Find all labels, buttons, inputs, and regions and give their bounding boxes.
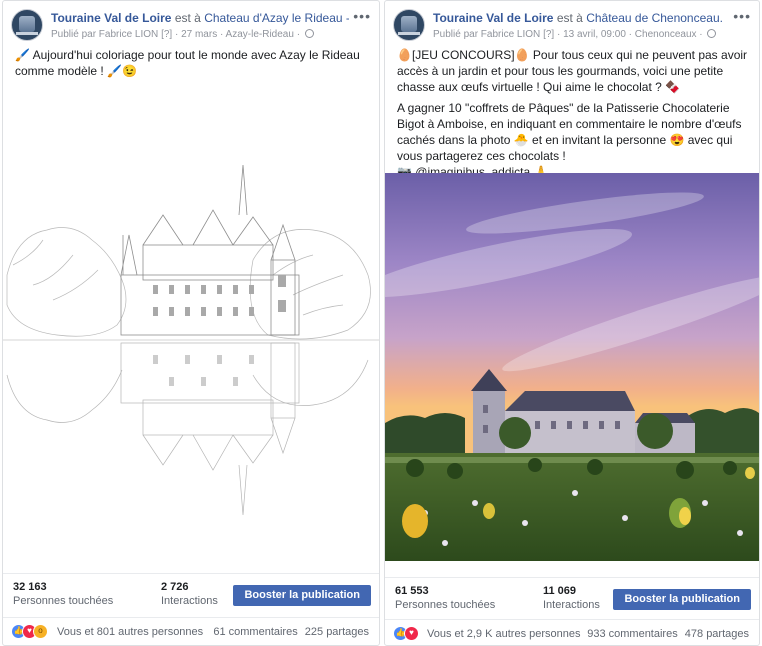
- reactions-bar: 👍 ♥ o Vous et 801 autres personnes 61 co…: [3, 617, 379, 645]
- post-meta: Publié par Fabrice LION [?] · 27 mars · …: [51, 28, 363, 41]
- post-date[interactable]: 13 avril, 09:00: [563, 29, 626, 40]
- post-text-paragraph: 🖌️ Aujourd'hui coloriage pour tout le mo…: [15, 48, 360, 78]
- reach-stat[interactable]: 61 553 Personnes touchées: [395, 585, 495, 611]
- interactions-label: Interactions: [543, 599, 600, 611]
- post-header: Touraine Val de Loire est à Château de C…: [393, 8, 751, 43]
- reach-value: 61 553: [395, 585, 429, 597]
- comments-count[interactable]: 61 commentaires: [213, 626, 297, 638]
- interactions-value: 11 069: [543, 585, 577, 597]
- author-text: Publié par Fabrice LION: [51, 29, 159, 40]
- post-header: Touraine Val de Loire est à Chateau d'Az…: [11, 8, 371, 43]
- shares-count[interactable]: 478 partages: [685, 628, 749, 640]
- page-name-link[interactable]: Touraine Val de Loire: [51, 11, 171, 25]
- post-location[interactable]: Azay-le-Rideau: [226, 29, 294, 40]
- post-title-line: Touraine Val de Loire est à Chateau d'Az…: [51, 11, 349, 26]
- place-link[interactable]: Chateau d'Azay le Rideau - officiel.: [204, 11, 349, 25]
- at-text: est à: [556, 11, 583, 25]
- post-date[interactable]: 27 mars: [181, 29, 217, 40]
- more-options-icon[interactable]: •••: [353, 8, 371, 24]
- reactions-text[interactable]: Vous et 2,9 K autres personnes: [427, 628, 581, 640]
- page-avatar[interactable]: [393, 9, 425, 41]
- reach-label: Personnes touchées: [395, 599, 496, 611]
- globe-icon: [707, 29, 717, 38]
- page-avatar[interactable]: [11, 9, 43, 41]
- chenonceau-photo-image: [385, 173, 759, 561]
- boost-post-button[interactable]: Booster la publication: [613, 589, 751, 610]
- interactions-stat[interactable]: 2 726 Interactions: [161, 581, 218, 607]
- engagement-counts: 933 commentaires 478 partages: [583, 628, 749, 640]
- post-azay: Touraine Val de Loire est à Chateau d'Az…: [2, 0, 380, 646]
- post-stats: 32 163 Personnes touchées 2 726 Interact…: [3, 573, 379, 615]
- shares-count[interactable]: 225 partages: [305, 626, 369, 638]
- reactions-text[interactable]: Vous et 801 autres personnes: [57, 626, 203, 638]
- interactions-value: 2 726: [161, 581, 189, 593]
- interactions-stat[interactable]: 11 069 Interactions: [543, 585, 600, 611]
- comments-count[interactable]: 933 commentaires: [587, 628, 678, 640]
- author-help[interactable]: [?]: [161, 29, 172, 40]
- post-text: 🥚[JEU CONCOURS]🥚 Pour tous ceux qui ne p…: [397, 47, 749, 185]
- reactions-bar: 👍 ♥ Vous et 2,9 K autres personnes 933 c…: [385, 619, 759, 646]
- more-options-icon[interactable]: •••: [733, 8, 751, 24]
- author-help[interactable]: [?]: [543, 29, 554, 40]
- post-title-line: Touraine Val de Loire est à Château de C…: [433, 11, 729, 26]
- at-text: est à: [174, 11, 201, 25]
- post-text: 🖌️ Aujourd'hui coloriage pour tout le mo…: [15, 47, 369, 84]
- place-link[interactable]: Château de Chenonceau.: [586, 11, 723, 25]
- castle-sketch-image: [3, 85, 379, 557]
- post-text-paragraph-2: A gagner 10 "coffrets de Pâques" de la P…: [397, 101, 742, 163]
- post-photo-chenonceau[interactable]: [385, 173, 759, 561]
- post-location[interactable]: Chenonceaux: [635, 29, 697, 40]
- boost-post-button[interactable]: Booster la publication: [233, 585, 371, 606]
- engagement-counts: 61 commentaires 225 partages: [209, 626, 369, 638]
- post-stats: 61 553 Personnes touchées 11 069 Interac…: [385, 577, 759, 619]
- author-text: Publié par Fabrice LION: [433, 29, 541, 40]
- post-text-paragraph-1: 🥚[JEU CONCOURS]🥚 Pour tous ceux qui ne p…: [397, 48, 748, 94]
- interactions-label: Interactions: [161, 595, 218, 607]
- reach-stat[interactable]: 32 163 Personnes touchées: [13, 581, 113, 607]
- reach-label: Personnes touchées: [13, 595, 114, 607]
- post-photo-coloring[interactable]: [3, 85, 379, 557]
- love-icon: ♥: [404, 626, 419, 641]
- post-meta: Publié par Fabrice LION [?] · 13 avril, …: [433, 28, 743, 41]
- reach-value: 32 163: [13, 581, 47, 593]
- page-name-link[interactable]: Touraine Val de Loire: [433, 11, 553, 25]
- post-chenonceau: Touraine Val de Loire est à Château de C…: [384, 0, 760, 646]
- wow-icon: o: [33, 624, 48, 639]
- globe-icon: [304, 29, 314, 38]
